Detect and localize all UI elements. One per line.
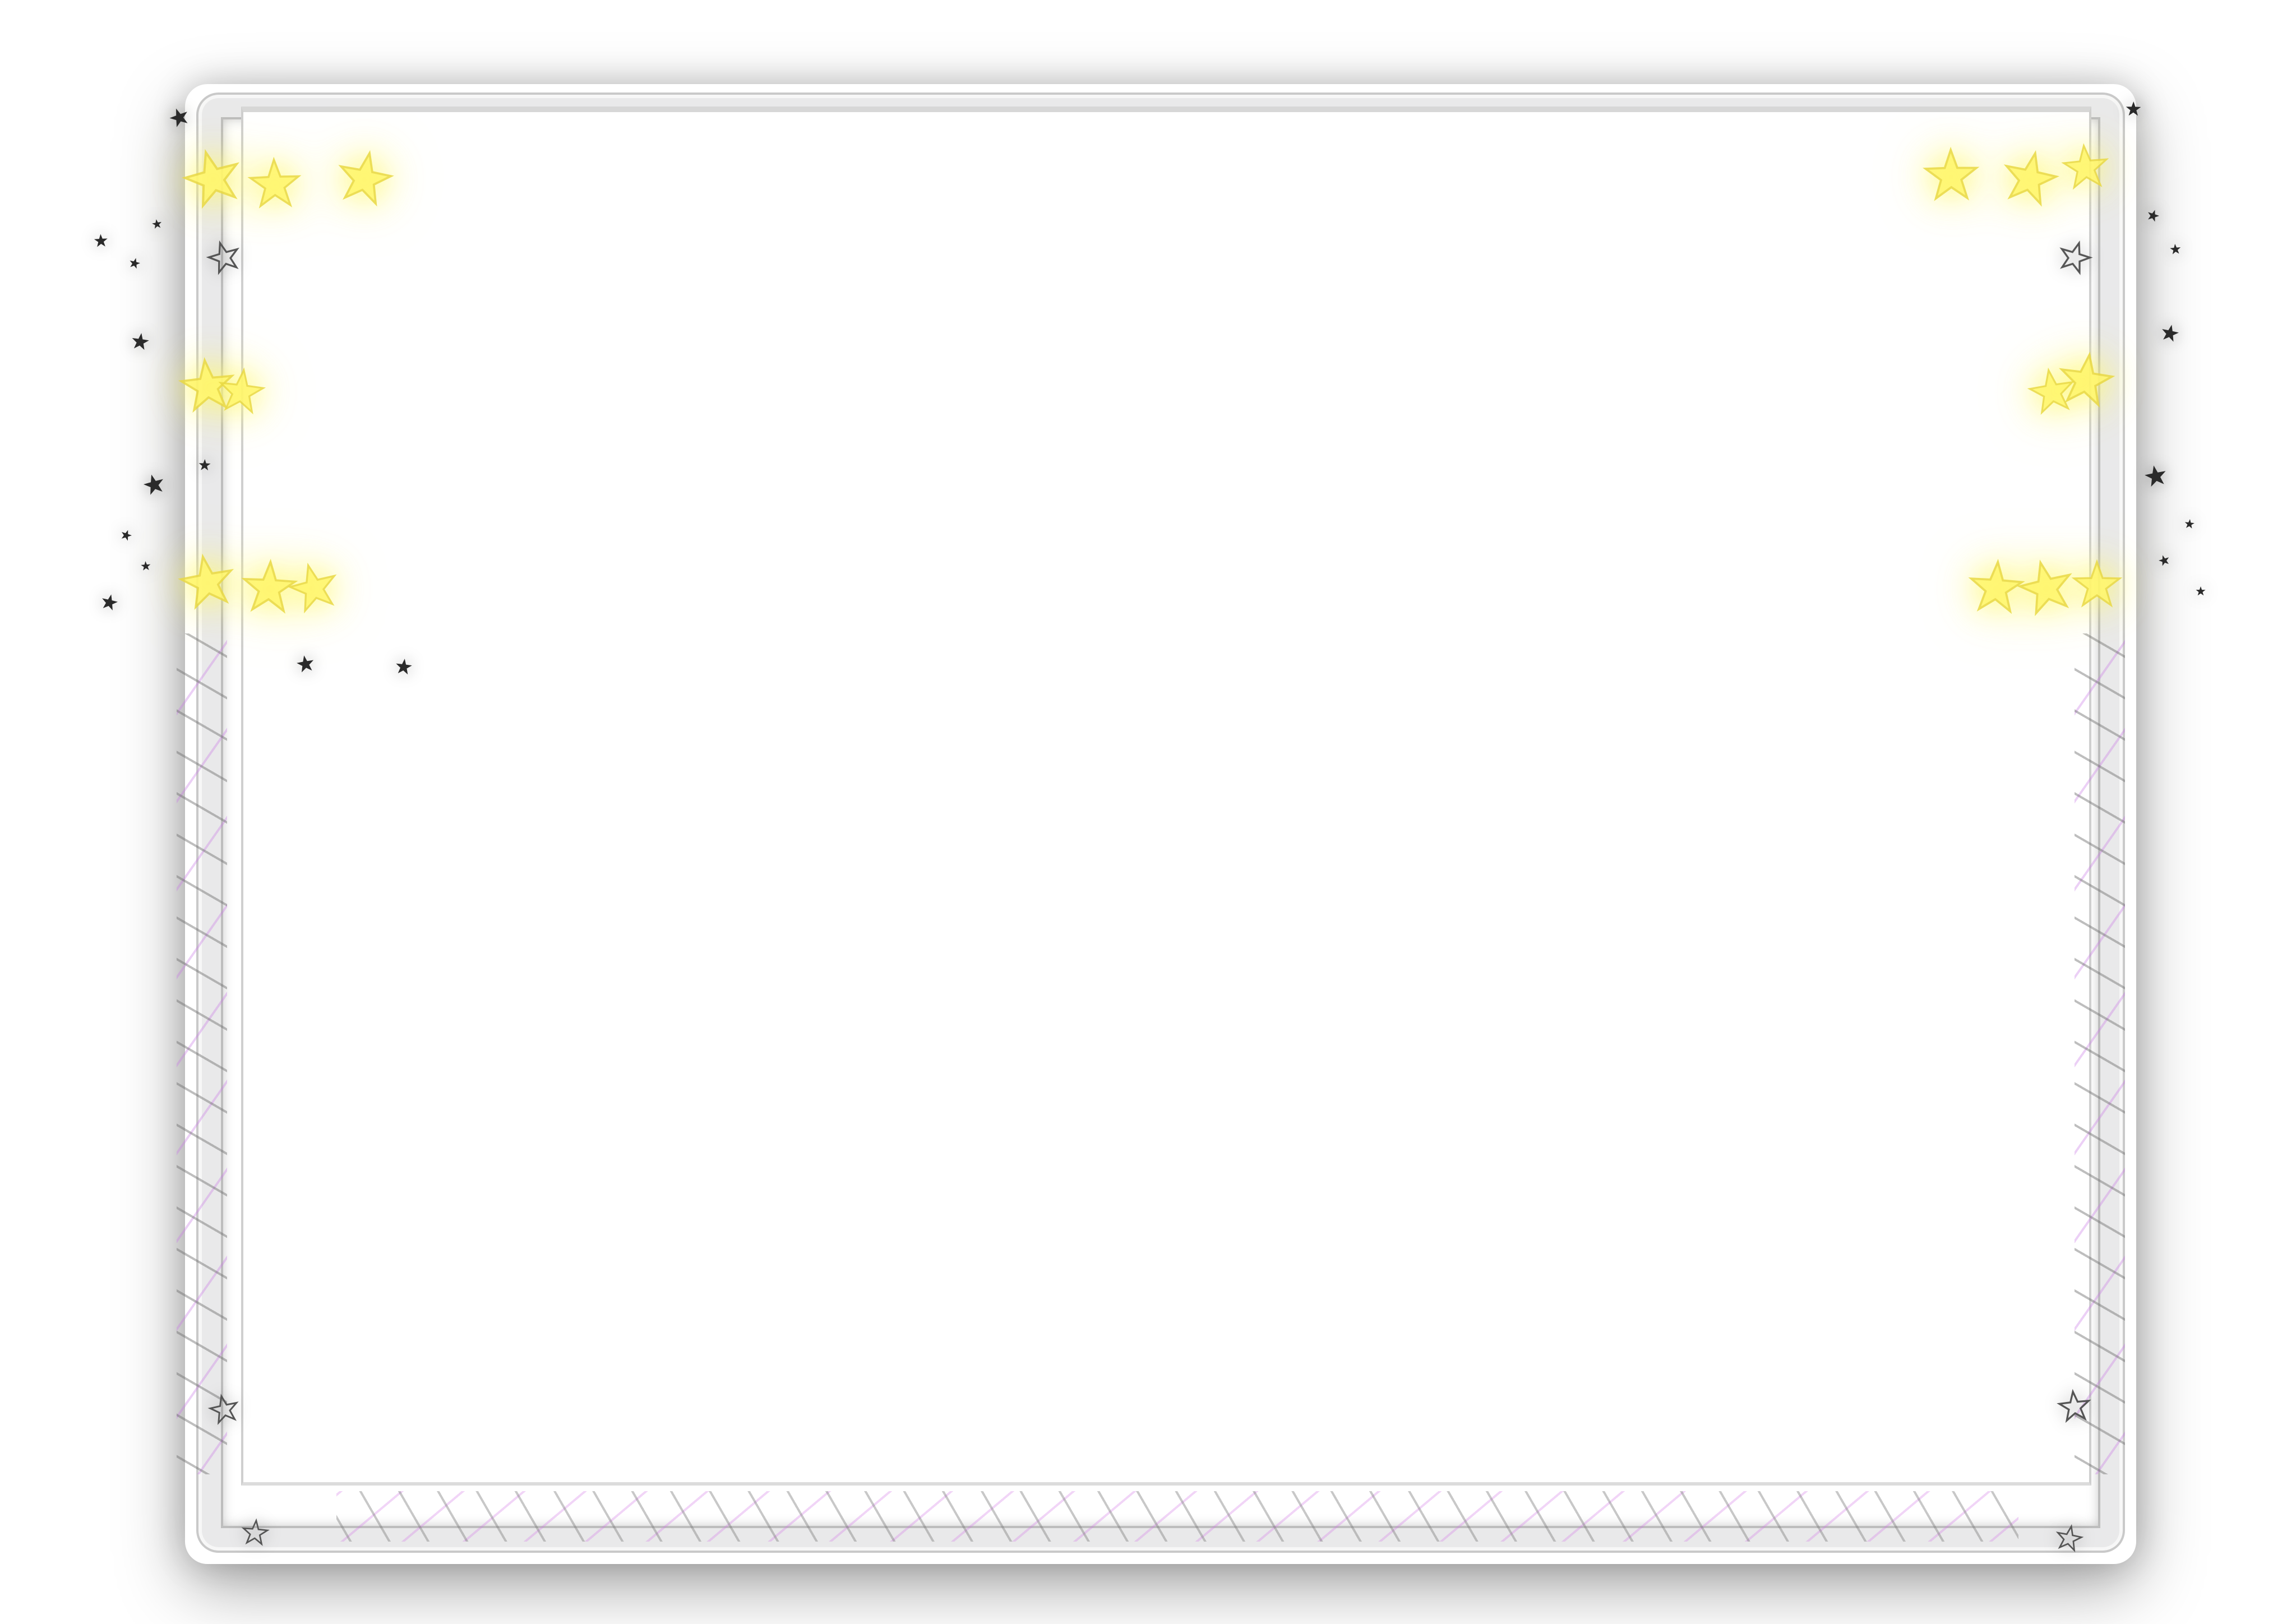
dark-star-icon — [151, 218, 163, 229]
yellow-star-icon — [241, 559, 297, 613]
dark-star-icon — [2169, 243, 2182, 255]
dark-star-icon — [2157, 553, 2171, 567]
yellow-star-icon — [2073, 561, 2121, 607]
star-frame-scene — [0, 0, 2273, 1624]
dark-star-icon — [94, 233, 108, 247]
dark-star-icon — [2160, 323, 2180, 343]
yellow-star-icon — [1924, 148, 1978, 200]
dark-star-icon — [395, 658, 413, 675]
dark-star-icon — [2054, 1523, 2084, 1552]
yellow-star-icon — [177, 551, 238, 610]
dark-star-icon — [2196, 586, 2206, 596]
yellow-star-icon — [285, 559, 342, 614]
dark-star-icon — [2055, 238, 2094, 275]
dark-star-icon — [2143, 463, 2168, 488]
yellow-star-icon — [248, 158, 301, 207]
stars-layer — [94, 101, 2206, 1552]
dark-star-icon — [2057, 1389, 2092, 1422]
dark-star-icon — [295, 654, 316, 673]
dark-star-icon — [119, 528, 133, 542]
dark-star-icon — [167, 105, 191, 129]
yellow-star-icon — [179, 144, 246, 210]
dark-star-icon — [207, 1392, 241, 1425]
dark-star-icon — [140, 561, 151, 571]
yellow-star-icon — [1968, 559, 2025, 613]
yellow-star-icon — [2056, 350, 2116, 408]
yellow-star-icon — [2061, 143, 2110, 189]
dark-star-icon — [205, 238, 243, 275]
dark-star-icon — [2126, 101, 2141, 116]
dark-star-icon — [141, 471, 167, 496]
dark-star-icon — [2184, 519, 2195, 529]
dark-star-icon — [198, 459, 211, 471]
dark-star-icon — [100, 593, 119, 612]
yellow-star-icon — [2015, 556, 2077, 617]
dark-star-icon — [128, 256, 141, 270]
dark-star-icon — [2146, 208, 2161, 223]
yellow-star-icon — [1999, 147, 2062, 207]
dark-star-icon — [131, 332, 150, 350]
dark-star-icon — [241, 1519, 269, 1546]
yellow-star-icon — [334, 147, 396, 207]
